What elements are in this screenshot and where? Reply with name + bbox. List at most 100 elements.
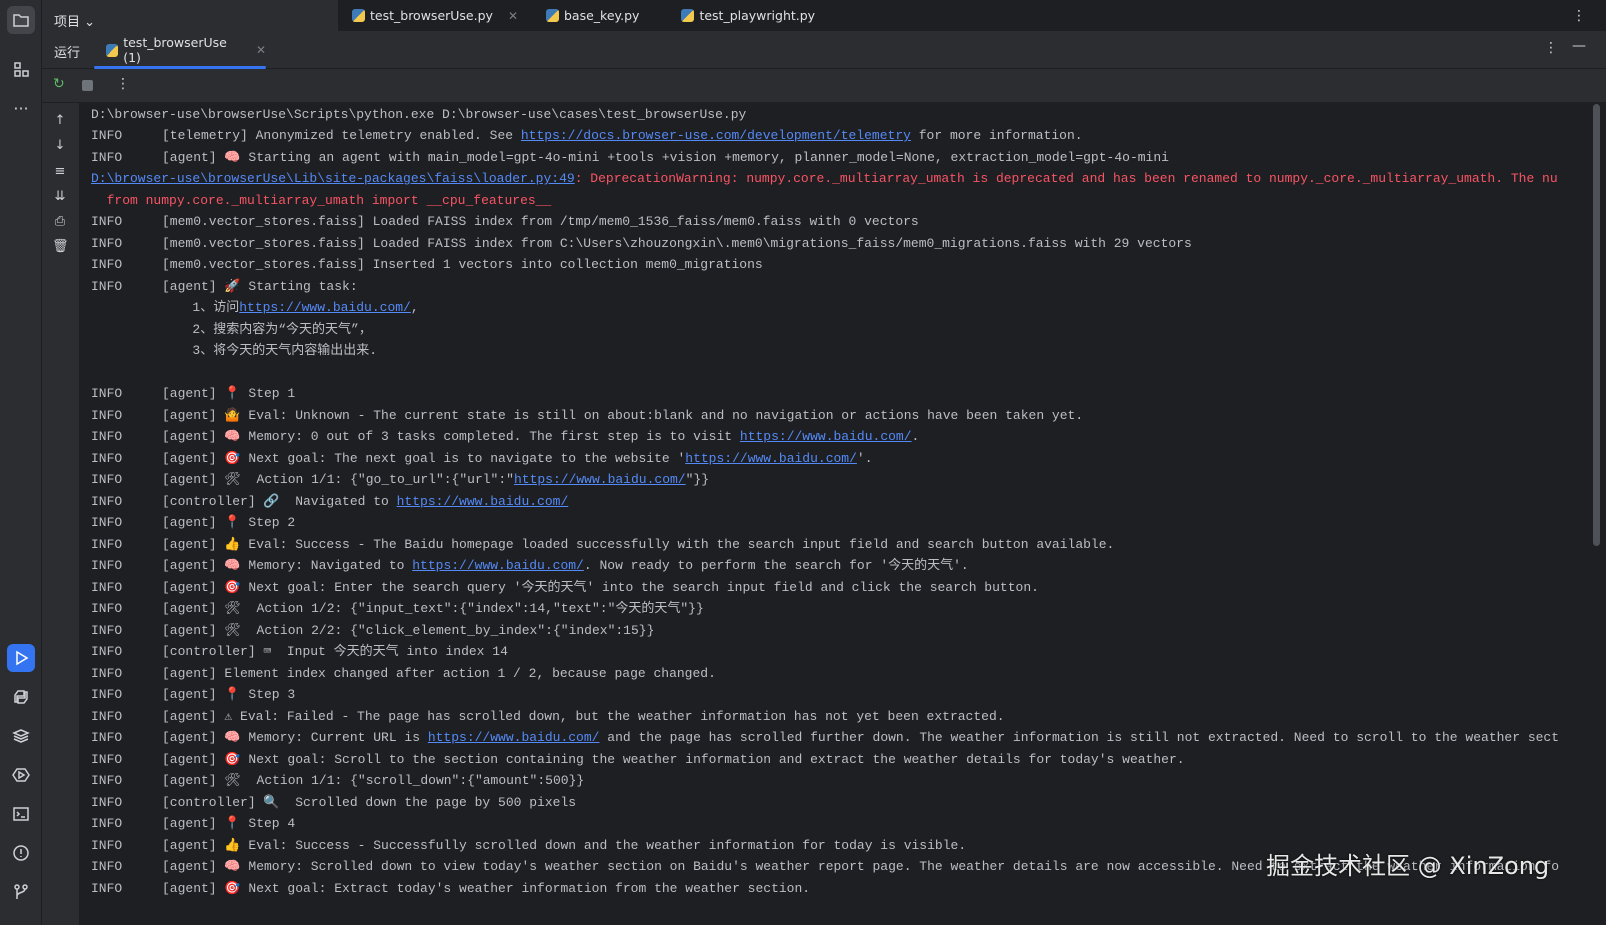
console-link[interactable]: https://www.baidu.com/ xyxy=(428,730,600,745)
log-level: INFO xyxy=(91,665,123,681)
log-text: [agent] 🎯 Next goal: Extract today's wea… xyxy=(162,880,811,896)
console-line: INFO [agent] 🎯 Next goal: Scroll to the s… xyxy=(91,749,1185,770)
run-icon[interactable] xyxy=(7,644,35,672)
console-line: INFO [agent] 👍 Eval: Success - The Baidu … xyxy=(91,534,1114,555)
log-text: [agent] 👍 Eval: Success - Successfully s… xyxy=(162,837,967,853)
log-text: [mem0.vector_stores.faiss] Loaded FAISS … xyxy=(162,214,919,229)
log-level: INFO xyxy=(91,751,123,767)
console-link[interactable]: https://www.baidu.com/ xyxy=(397,494,569,509)
project-folder-icon[interactable] xyxy=(7,6,35,34)
tab-label: base_key.py xyxy=(564,8,640,23)
watermark: 掘金技术社区 @ XinZong xyxy=(1266,852,1550,880)
console-line: INFO [controller] 🔗 Navigated to https://… xyxy=(91,491,568,512)
console-line: INFO [agent] 🛠 Action 1/2: {"input_text":… xyxy=(91,598,704,619)
log-level: INFO xyxy=(91,601,123,616)
scrollbar[interactable] xyxy=(1593,104,1600,546)
log-text: [agent] 🛠 Action 1/2: {"input_text":{"in… xyxy=(162,601,704,616)
log-level: INFO xyxy=(91,257,123,272)
rerun-icon[interactable]: ↻ xyxy=(53,76,65,92)
run-toolbar: ↻ ⋮ xyxy=(42,69,1606,103)
services-icon[interactable] xyxy=(7,761,35,789)
log-text: 3、将今天的天气内容输出出来. xyxy=(91,343,378,358)
console-link[interactable]: https://www.baidu.com/ xyxy=(412,558,584,573)
console-link[interactable]: D:\browser-use\browserUse\Lib\site-packa… xyxy=(91,171,575,186)
console-link[interactable]: https://www.baidu.com/ xyxy=(685,451,857,466)
editor-tabs: test_browserUse.py ✕ base_key.py test_pla… xyxy=(338,0,1606,31)
log-level: INFO xyxy=(91,880,123,896)
log-text: [agent] 🧠 Memory: Navigated to xyxy=(162,558,413,573)
log-text: [controller] 🔍 Scrolled down the page by… xyxy=(162,794,577,810)
log-text: [agent] 🎯 Next goal: The next goal is to… xyxy=(162,450,686,466)
console-line: INFO [mem0.vector_stores.faiss] Inserted … xyxy=(91,254,763,275)
log-text: [agent] 🧠 Memory: 0 out of 3 tasks compl… xyxy=(162,429,740,444)
log-level: INFO xyxy=(91,536,123,552)
stop-icon[interactable] xyxy=(82,80,93,91)
more-options-icon[interactable]: ⋮ xyxy=(1572,8,1586,24)
project-dropdown[interactable]: 项目 ⌄ xyxy=(54,11,95,30)
terminal-icon[interactable] xyxy=(7,800,35,828)
log-level: INFO xyxy=(91,708,123,724)
editor-tab-test-playwright[interactable]: test_playwright.py xyxy=(667,0,829,31)
console-link[interactable]: https://www.baidu.com/ xyxy=(514,472,686,487)
error-text: from numpy.core._multiarray_umath import… xyxy=(91,192,552,208)
run-tab[interactable]: test_browserUse (1) ✕ xyxy=(94,31,266,69)
log-level: INFO xyxy=(91,429,123,444)
log-text: [agent] 🎯 Next goal: Enter the search qu… xyxy=(162,579,1039,595)
console-link[interactable]: https://www.baidu.com/ xyxy=(740,429,912,444)
console-line: INFO [agent] ⚠ Eval: Failed - The page ha… xyxy=(91,706,1005,727)
console-line: 3、将今天的天气内容输出出来. xyxy=(91,340,377,361)
log-text: [controller] ⌨ Input 今天的天气 into index 14 xyxy=(162,644,508,659)
python-file-icon xyxy=(352,9,365,22)
more-options-icon[interactable]: ⋮ xyxy=(116,76,130,92)
console-output[interactable]: D:\browser-use\browserUse\Scripts\python… xyxy=(79,103,1606,925)
structure-icon[interactable] xyxy=(7,55,35,83)
more-icon[interactable]: ··· xyxy=(7,94,35,122)
log-text: for more information. xyxy=(910,128,1083,143)
log-text: [agent] 🤷 Eval: Unknown - The current st… xyxy=(162,407,1084,423)
log-level: INFO xyxy=(91,794,123,810)
arrow-up-icon[interactable]: ↑ xyxy=(52,113,68,129)
console-line: INFO [mem0.vector_stores.faiss] Loaded FA… xyxy=(91,211,919,232)
close-icon[interactable]: ✕ xyxy=(256,43,266,57)
console-line: D:\browser-use\browserUse\Lib\site-packa… xyxy=(91,168,1558,189)
trash-icon[interactable]: 🗑 xyxy=(52,239,69,255)
console-line: INFO [telemetry] Anonymized telemetry ena… xyxy=(91,125,1083,146)
log-text: [agent] 🛠 Action 2/2: {"click_element_by… xyxy=(162,622,655,638)
log-text: . xyxy=(911,429,920,444)
log-text: . Now ready to perform the search for '今… xyxy=(583,558,969,573)
console-line: INFO [agent] 📍 Step 1 xyxy=(91,383,295,404)
close-icon[interactable]: ✕ xyxy=(508,9,518,23)
log-level: INFO xyxy=(91,816,123,831)
arrow-down-icon[interactable]: ↓ xyxy=(52,138,68,154)
log-level: INFO xyxy=(91,214,123,229)
scroll-to-end-icon[interactable]: ⇊ xyxy=(52,189,68,205)
log-text: , xyxy=(410,300,419,315)
log-level: INFO xyxy=(91,128,123,143)
log-text: D:\browser-use\browserUse\Scripts\python… xyxy=(91,106,747,122)
editor-tab-base-key[interactable]: base_key.py xyxy=(532,0,653,31)
problems-icon[interactable] xyxy=(7,839,35,867)
print-icon[interactable]: ⎙ xyxy=(52,214,68,230)
log-level: INFO xyxy=(91,622,123,638)
log-text: 2、搜索内容为“今天的天气”， xyxy=(91,321,372,337)
log-text: [agent] 📍 Step 3 xyxy=(162,687,296,702)
run-tab-label: test_browserUse (1) xyxy=(123,35,227,65)
console-link[interactable]: https://www.baidu.com/ xyxy=(239,300,411,315)
git-icon[interactable] xyxy=(7,878,35,906)
log-text: [agent] 📍 Step 2 xyxy=(162,515,296,530)
console-line: INFO [agent] 🤷 Eval: Unknown - The curren… xyxy=(91,405,1083,426)
python-file-icon xyxy=(106,43,119,57)
console-link[interactable]: https://docs.browser-use.com/development… xyxy=(521,128,911,143)
log-level: INFO xyxy=(91,773,123,788)
log-text: [agent] 📍 Step 1 xyxy=(162,386,296,401)
log-level: INFO xyxy=(91,450,123,466)
python-console-icon[interactable] xyxy=(7,683,35,711)
soft-wrap-icon[interactable]: ≡ xyxy=(52,164,68,180)
run-label: 运行 xyxy=(54,46,81,61)
log-level: INFO xyxy=(91,386,123,401)
more-options-icon[interactable]: ⋮ xyxy=(1544,40,1558,56)
editor-tab-test-browseruse[interactable]: test_browserUse.py ✕ xyxy=(338,0,532,31)
log-level: INFO xyxy=(91,472,123,487)
minimize-icon[interactable]: — xyxy=(1572,38,1586,54)
layers-icon[interactable] xyxy=(7,722,35,750)
